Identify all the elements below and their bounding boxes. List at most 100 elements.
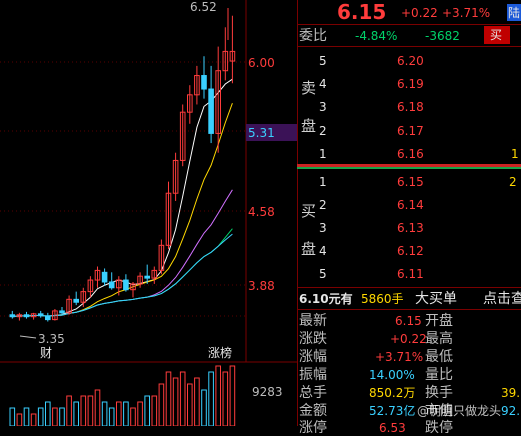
stat-label2: 量比 [425, 367, 453, 383]
ask-price[interactable]: 6.16 [397, 147, 424, 161]
volume-bar [137, 401, 143, 427]
ask-level: 3 [319, 100, 327, 114]
ma5-line [12, 78, 233, 318]
candle [101, 271, 108, 283]
ask-volume: 1 [511, 147, 519, 161]
volume-bar [80, 395, 87, 427]
bid-level: 5 [319, 267, 327, 281]
bid-level: 4 [319, 244, 327, 258]
ask-level: 2 [319, 124, 327, 138]
volume-bar [158, 383, 165, 427]
quote-panel: 6.15 +0.22 +3.71% 陆 委比 -4.84% -3682 买 卖 … [297, 0, 521, 436]
buy-button[interactable]: 买 [484, 26, 510, 44]
price-level-4: 3.88 [248, 279, 275, 293]
ma10-line [12, 103, 233, 318]
price-change: +0.22 [401, 6, 438, 20]
stat-label2: 最高 [425, 331, 453, 347]
stat-label: 最新 [299, 313, 327, 329]
watermark: @明明只做龙头 [417, 404, 502, 418]
price-change-pct: +3.71% [442, 6, 491, 20]
bid-price[interactable]: 6.14 [397, 198, 424, 212]
candle [208, 88, 214, 134]
volume-bar [172, 377, 179, 427]
volume-bar [101, 401, 108, 427]
stat-value: 6.15 [395, 314, 422, 328]
volume-bar [187, 383, 193, 427]
volume-bar [215, 365, 221, 427]
volume-bar [52, 407, 58, 427]
volume-bars [9, 365, 236, 427]
stat-value2: 39. [501, 386, 521, 400]
volume-bar [45, 401, 51, 427]
event-marker[interactable]: 财 [40, 346, 52, 360]
volume-bar [16, 413, 23, 427]
bid-volume: 2 [509, 175, 517, 189]
candle [73, 298, 80, 303]
candle [37, 313, 44, 317]
bid-price[interactable]: 6.12 [397, 244, 424, 258]
moving-average-lines [12, 78, 233, 318]
volume-bar [201, 389, 207, 427]
volume-bar [165, 371, 172, 427]
volume-bar [30, 413, 37, 427]
bid-price[interactable]: 6.11 [397, 267, 424, 281]
stat-label2: 跌停 [425, 420, 453, 436]
stat-label: 振幅 [299, 367, 327, 383]
stat-value: +3.71% [375, 350, 424, 364]
volume-bar [23, 407, 30, 427]
volume-bar [222, 371, 229, 427]
volume-bar [229, 365, 236, 427]
stat-value: 850.2万 [369, 386, 416, 400]
min-marker-line [19, 335, 37, 339]
candle [144, 275, 150, 279]
stat-value: 52.73亿 [369, 404, 416, 418]
ask-level: 1 [319, 147, 327, 161]
weibi-diff: -3682 [425, 29, 460, 43]
bid-price[interactable]: 6.13 [397, 221, 424, 235]
volume-bar [73, 401, 80, 427]
bid-level: 1 [319, 175, 327, 189]
volume-bar [87, 395, 94, 427]
candle [123, 279, 129, 291]
volume-bar [94, 389, 101, 427]
ask-price[interactable]: 6.18 [397, 100, 424, 114]
ma30-line [12, 228, 233, 318]
ask-price[interactable]: 6.20 [397, 54, 424, 68]
volume-bar [151, 395, 158, 427]
bid-level: 3 [319, 221, 327, 235]
last-price: 6.15 [337, 0, 387, 24]
ask-level: 5 [319, 54, 327, 68]
max-price-label: 6.52 [190, 0, 217, 14]
view-detail-link[interactable]: 点击查 [483, 291, 521, 307]
candle-group [9, 8, 236, 339]
volume-bar [123, 401, 129, 427]
ma60-line [12, 233, 233, 318]
exchange-badge[interactable]: 陆 [507, 4, 521, 21]
volume-scale-label: 9283 [252, 385, 283, 399]
ask-price[interactable]: 6.17 [397, 124, 424, 138]
sell-side-label-1: 卖 [301, 79, 317, 97]
trade-volume: 5860手 [361, 292, 404, 306]
stat-label: 涨幅 [299, 349, 327, 365]
candle [59, 310, 65, 314]
stat-label2: 换手 [425, 385, 453, 401]
ask-level: 4 [319, 77, 327, 91]
bid-price[interactable]: 6.15 [397, 175, 424, 189]
book-divider-bid [297, 167, 521, 169]
volume-bar [116, 401, 122, 427]
volume-bar [208, 371, 214, 427]
stat-label2: 最低 [425, 349, 453, 365]
limit-up-marker[interactable]: 涨榜 [208, 346, 232, 360]
stat-label: 涨跌 [299, 331, 327, 347]
volume-bar [144, 395, 150, 427]
stat-label: 涨停 [299, 420, 327, 436]
candle [45, 315, 51, 321]
candle [9, 314, 16, 318]
bid-level: 2 [319, 198, 327, 212]
stat-value: +0.22 [390, 332, 427, 346]
volume-bar [130, 407, 136, 427]
buy-side-label-1: 买 [301, 202, 317, 220]
current-price-tag: 5.31 [246, 124, 297, 141]
kline-chart[interactable]: 6.52 3.35 6.00 5.31 4.58 3.88 财 涨榜 9283 [0, 0, 297, 427]
ask-price[interactable]: 6.19 [397, 77, 424, 91]
